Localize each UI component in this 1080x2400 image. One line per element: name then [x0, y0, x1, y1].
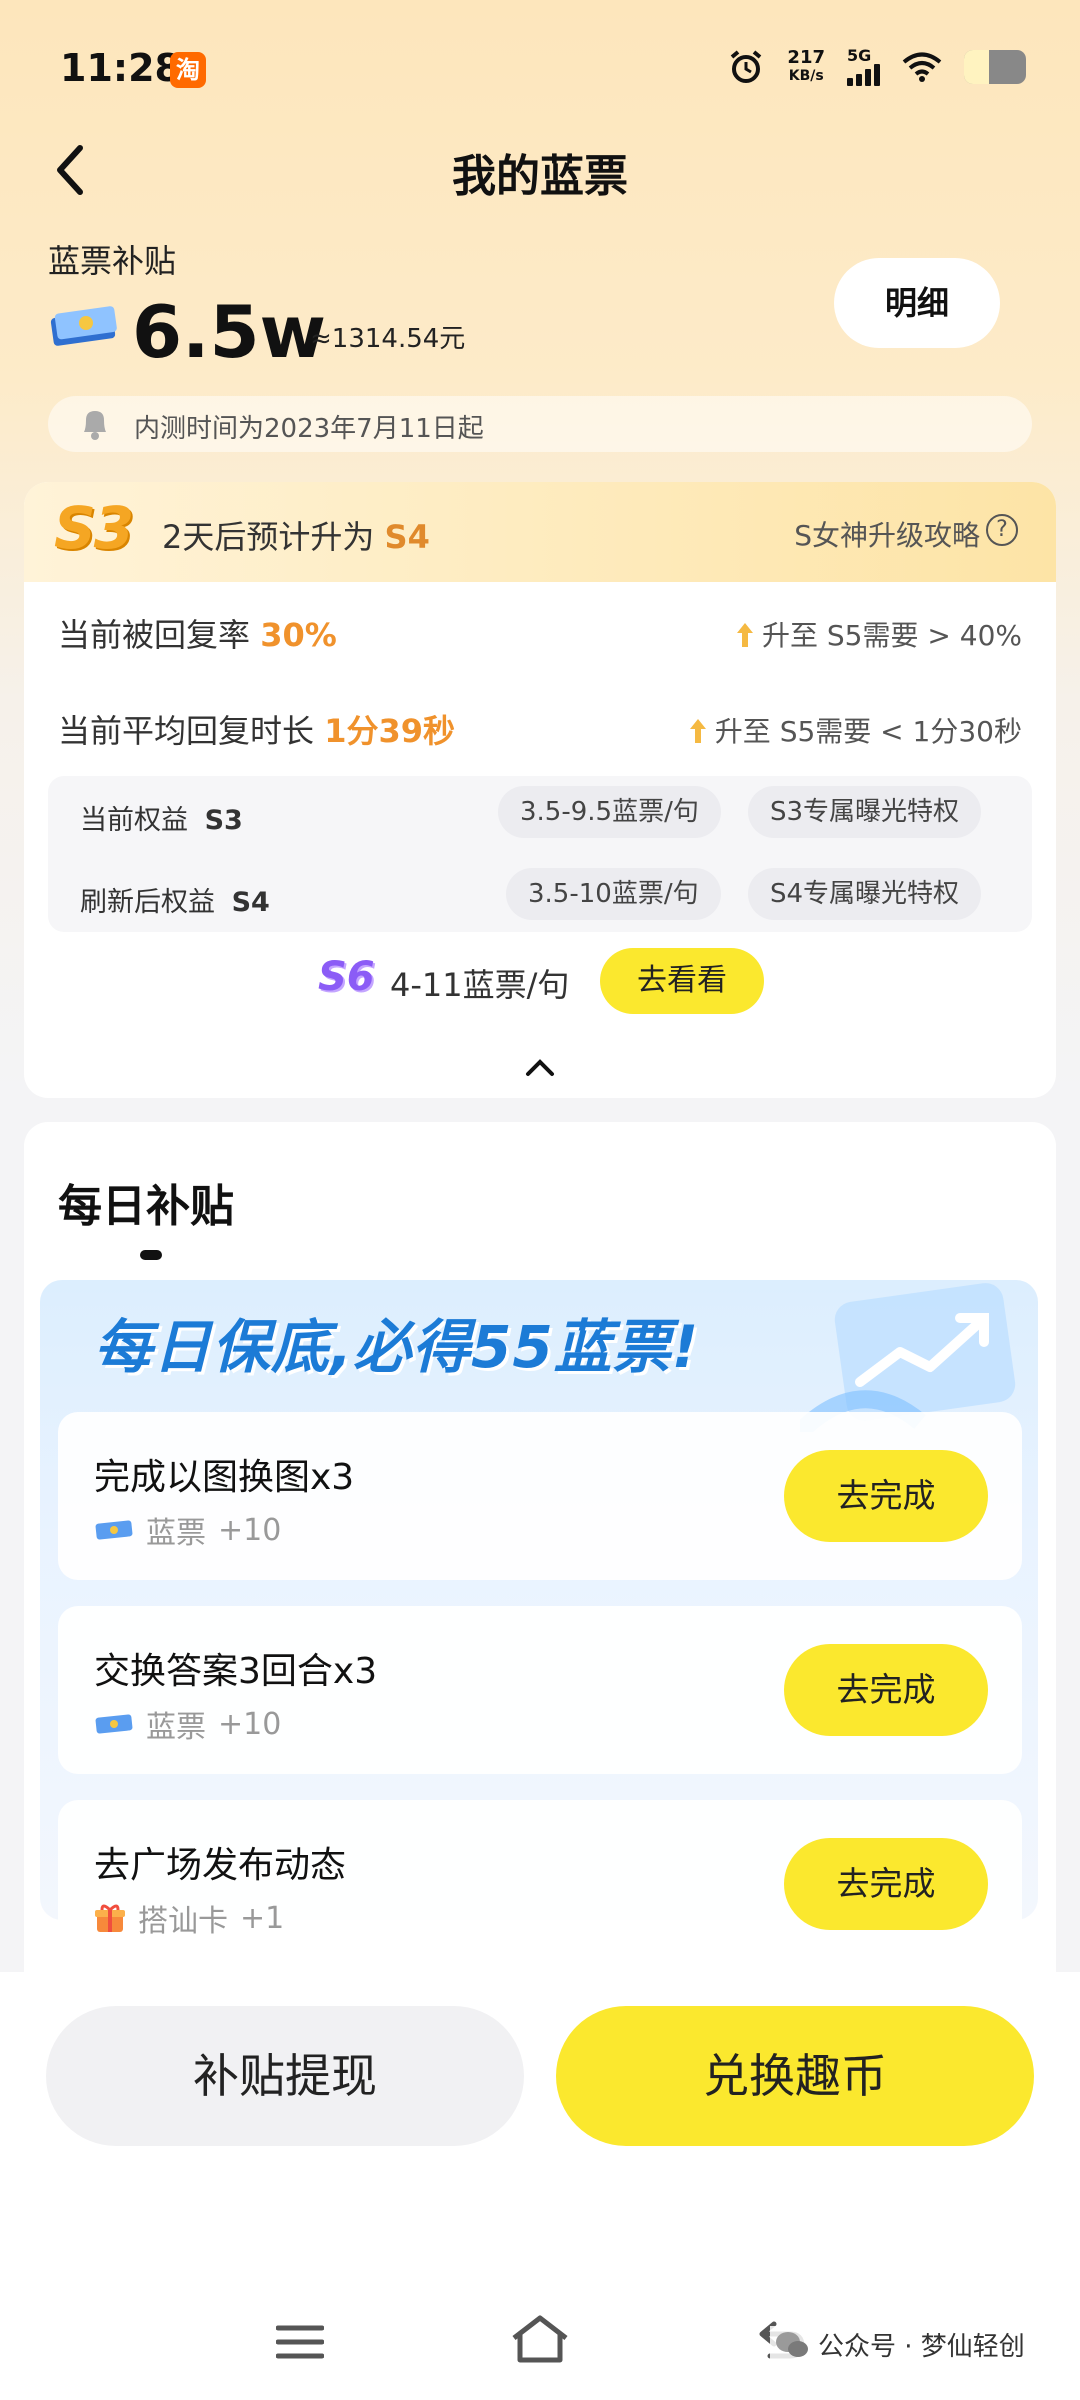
wifi-icon — [902, 52, 942, 82]
wechat-icon — [776, 2331, 808, 2357]
arrow-up-icon — [689, 719, 706, 743]
reply-time-target: 升至 S5需要 < 1分30秒 — [689, 710, 1022, 750]
refresh-price-chip: 3.5-10蓝票/句 — [506, 868, 721, 920]
home-icon[interactable] — [508, 2312, 572, 2366]
s6-price-text: 4-11蓝票/句 — [390, 966, 570, 1004]
cell-signal: 5G — [847, 48, 880, 86]
reward-amount: +10 — [218, 1706, 282, 1742]
do-task-button[interactable]: 去完成 — [784, 1450, 988, 1542]
detail-button[interactable]: 明细 — [834, 258, 1000, 348]
level-badge-s6: S6 — [318, 954, 375, 1000]
upgrade-level: S4 — [384, 518, 430, 556]
task-reward: 搭讪卡 +1 — [94, 1896, 284, 1940]
blue-ticket-icon — [50, 306, 117, 346]
do-task-button[interactable]: 去完成 — [784, 1838, 988, 1930]
credit-text: 公众号 · 梦仙轻创 — [818, 2332, 1025, 2362]
reply-time-value: 1分39秒 — [324, 712, 455, 750]
tab-indicator — [140, 1250, 162, 1260]
task-title: 完成以图换图x3 — [94, 1457, 355, 1498]
wechat-credit: 公众号 · 梦仙轻创 — [770, 2326, 1029, 2363]
reply-rate-label: 当前被回复率 30% — [58, 610, 337, 656]
withdraw-button[interactable]: 补贴提现 — [46, 2006, 524, 2146]
reply-rate-target-text: 升至 S5需要 > 40% — [762, 619, 1022, 652]
reward-name: 搭讪卡 — [138, 1904, 228, 1939]
refresh-rights-text: 刷新后权益 — [80, 887, 215, 918]
battery-fill — [964, 50, 989, 84]
gift-icon — [95, 1904, 125, 1932]
reply-rate-target: 升至 S5需要 > 40% — [736, 614, 1022, 654]
chevron-up-icon[interactable] — [524, 1058, 556, 1078]
exchange-coins-button[interactable]: 兑换趣币 — [556, 2006, 1034, 2146]
task-reward: 蓝票 +10 — [94, 1508, 281, 1552]
ticket-icon — [95, 1520, 133, 1540]
refresh-rights-label: 刷新后权益 S4 — [80, 880, 270, 919]
bell-icon — [84, 411, 106, 440]
level-badge-s3: S3 — [54, 494, 134, 562]
do-task-button[interactable]: 去完成 — [784, 1644, 988, 1736]
arrow-up-icon — [737, 623, 753, 647]
current-price-chip: 3.5-9.5蓝票/句 — [498, 786, 721, 838]
net-speed: 217 KB/s — [787, 49, 825, 85]
status-icons: 217 KB/s 5G — [727, 48, 1026, 86]
page-title: 我的蓝票 — [452, 151, 628, 202]
reward-name: 蓝票 — [146, 1710, 206, 1745]
subsidy-approx-yuan: ≈1314.54元 — [310, 324, 466, 354]
upgrade-strategy-link[interactable]: S女神升级攻略 — [794, 514, 980, 554]
subsidy-label: 蓝票补贴 — [48, 242, 177, 280]
daily-subsidy-title: 每日补贴 — [58, 1181, 234, 1232]
battery-icon — [964, 50, 1026, 84]
current-rights-label: 当前权益 S3 — [80, 798, 243, 837]
subsidy-value: 6.5w — [132, 290, 327, 374]
net-speed-unit: KB/s — [788, 68, 824, 84]
ticket-icon — [95, 1714, 133, 1734]
help-icon[interactable]: ? — [986, 514, 1018, 546]
refresh-rights-level: S4 — [231, 887, 270, 918]
trend-chart-illustration — [800, 1283, 1016, 1432]
current-rights-text: 当前权益 — [80, 805, 188, 836]
current-rights-level: S3 — [204, 805, 243, 836]
banner-title: 每日保底,必得55蓝票! — [94, 1313, 700, 1381]
status-time: 11:28 — [60, 46, 181, 90]
reply-time-text: 当前平均回复时长 — [58, 712, 315, 750]
upgrade-prefix: 2天后预计升为 — [162, 518, 375, 556]
task-title: 去广场发布动态 — [94, 1845, 347, 1886]
alarm-icon — [731, 50, 762, 83]
reward-name: 蓝票 — [146, 1516, 206, 1551]
taobao-notification-icon: 淘 — [170, 52, 206, 88]
reply-time-target-text: 升至 S5需要 < 1分30秒 — [714, 715, 1022, 748]
task-reward: 蓝票 +10 — [94, 1702, 281, 1746]
go-look-button[interactable]: 去看看 — [600, 948, 764, 1014]
reply-time-label: 当前平均回复时长 1分39秒 — [58, 706, 455, 752]
reward-amount: +10 — [218, 1512, 282, 1548]
upgrade-forecast: 2天后预计升为 S4 — [162, 512, 430, 558]
reply-rate-value: 30% — [260, 616, 337, 654]
menu-icon[interactable] — [276, 2322, 324, 2362]
reward-amount: +1 — [240, 1900, 285, 1936]
signal-bars-icon — [847, 64, 880, 86]
current-privilege-chip: S3专属曝光特权 — [748, 786, 982, 838]
net-speed-value: 217 — [787, 47, 825, 68]
reply-rate-text: 当前被回复率 — [58, 616, 251, 654]
refresh-privilege-chip: S4专属曝光特权 — [748, 868, 982, 920]
network-type: 5G — [847, 46, 872, 65]
task-title: 交换答案3回合x3 — [94, 1651, 378, 1692]
notice-text: 内测时间为2023年7月11日起 — [134, 414, 484, 444]
